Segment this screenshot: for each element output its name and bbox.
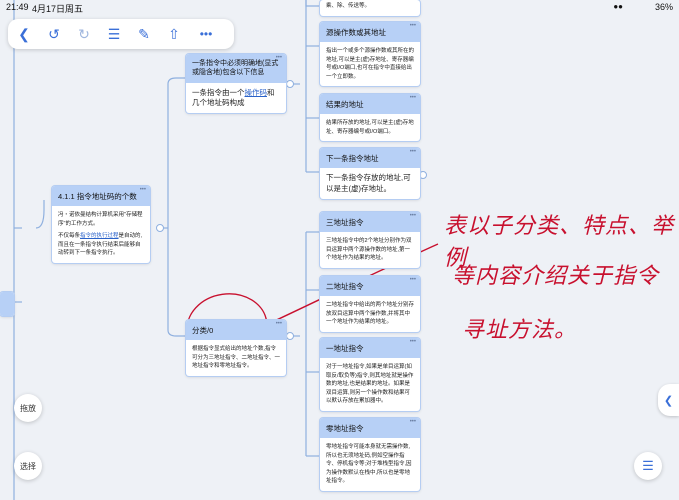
card-title: 二地址指令 — [326, 282, 364, 291]
card-title: 结果的地址 — [326, 100, 364, 109]
classification-card[interactable]: 分类/0 ••• 根据指令显式给出的地址个数,指令可分为三地址指令、二地址指令、一… — [186, 320, 286, 376]
more-icon: ••• — [275, 321, 282, 327]
card-header: 结果的地址 ••• — [320, 94, 420, 115]
card-header: 三地址指令 ••• — [320, 212, 420, 233]
more-icon: ••• — [409, 23, 416, 29]
wifi-icon: ●● — [613, 2, 623, 11]
handwritten-note-line-3: 寻址方法。 — [462, 318, 578, 343]
status-date: 4月17日周五 — [32, 4, 84, 14]
zero-address-card[interactable]: 零地址指令 ••• 零地址指令可能本身就无需操作数,所以也无须地址码,例如空操作指… — [320, 418, 420, 491]
card-text-part: 不仅每条 — [58, 233, 81, 240]
three-address-card[interactable]: 三地址指令 ••• 三地址指令中的2个地址分别作为双目运算中两个源操作数的地址,第… — [320, 212, 420, 268]
card-body: 三地址指令中的2个地址分别作为双目运算中两个源操作数的地址,第一个地址作为结果的… — [326, 238, 412, 262]
card-title: 三地址指令 — [326, 218, 364, 227]
next-instruction-card[interactable]: 下一条指令地址 ••• 下一条指令存放的地址,可以是主(虚)存地址。 — [320, 148, 420, 199]
card-body: 下一条指令存放的地址,可以是主(虚)存地址。 — [326, 173, 411, 193]
chevron-left-icon: ❮ — [663, 394, 674, 407]
handwritten-note-line-2: 等内容介绍关于指令 — [452, 264, 660, 289]
card-body: 冯・诺依曼结构计算机采用"存储程序"的工作方式。 不仅每条指令的执行过程是自动的… — [52, 206, 150, 263]
card-body: 一条指令由一个操作码和几个地址码构成 — [186, 83, 286, 113]
collapsed-root-node[interactable] — [0, 292, 14, 316]
card-title: 零地址指令 — [326, 424, 364, 433]
select-button[interactable]: 选择 — [14, 452, 42, 480]
more-icon: ••• — [409, 149, 416, 155]
card-text: 不仅每条指令的执行过程是自动的,而且在一条指令执行结束后能够自动转到下一条指令执… — [58, 232, 144, 258]
select-label: 选择 — [20, 461, 36, 471]
collapsed-root-header — [0, 292, 14, 316]
card-body: 零地址指令可能本身就无需操作数,所以也无须地址码,例如空操作指令、停机指令等;对… — [326, 444, 412, 485]
more-icon: ••• — [275, 55, 282, 61]
two-address-card[interactable]: 二地址指令 ••• 二地址指令中给出的两个地址分别存放双目运算中两个操作数,并将其… — [320, 276, 420, 332]
battery-level: 36% — [654, 2, 673, 12]
more-icon: ••• — [409, 419, 416, 425]
card-header: 分类/0 ••• — [186, 320, 286, 341]
card-body: 结果所存放的地址,可以是主(虚)存地址、寄存器编号或I/O端口。 — [326, 120, 414, 135]
drag-label: 拖放 — [20, 403, 36, 413]
more-icon: ••• — [409, 339, 416, 345]
top-toolbar: ❮ ↺ ↻ ☰ ✎ ⇧ ••• — [8, 19, 234, 49]
outline-menu-button[interactable]: ☰ — [634, 452, 662, 480]
undo-icon[interactable]: ↺ — [42, 23, 66, 45]
card-body: 根据指令显式给出的地址个数,指令可分为三地址指令、二地址指令、一地址指令和零地址… — [192, 346, 281, 370]
list-icon[interactable]: ☰ — [102, 23, 126, 45]
redo-icon[interactable]: ↻ — [72, 23, 96, 45]
card-body: 二地址指令中给出的两个地址分别存放双目运算中两个操作数,并将其中一个地址作为结果… — [326, 302, 415, 326]
card-text-part: 一条指令由一个 — [192, 87, 245, 97]
card-title: 一条指令中必须明确地(显式或隐含地)包含以下信息 — [192, 60, 279, 76]
link[interactable]: 操作码 — [245, 88, 268, 97]
card-title: 分类/0 — [192, 326, 214, 335]
share-icon[interactable]: ⇧ — [162, 23, 186, 45]
card-title: 4.1.1 指令地址码的个数 — [58, 192, 137, 201]
card-header: 零地址指令 ••• — [320, 418, 420, 439]
card-body: 指出一个或多个源操作数或其所在的地址,可以是主(虚)存地址、寄存器编号或I/O端… — [326, 48, 415, 80]
menu-icon: ☰ — [642, 458, 654, 473]
truncated-card[interactable]: 乘、除、传送等。 — [320, 0, 420, 16]
card-header: 一地址指令 ••• — [320, 338, 420, 359]
edit-icon[interactable]: ✎ — [132, 23, 156, 45]
result-card[interactable]: 结果的地址 ••• 结果所存放的地址,可以是主(虚)存地址、寄存器编号或I/O端口… — [320, 94, 420, 142]
more-icon: ••• — [139, 187, 146, 193]
status-time: 21:49 — [6, 2, 29, 12]
link[interactable]: 指令的执行过程 — [80, 233, 119, 239]
more-icon[interactable]: ••• — [194, 23, 218, 45]
card-header: 4.1.1 指令地址码的个数 ••• — [52, 186, 150, 207]
root-topic-card[interactable]: 4.1.1 指令地址码的个数 ••• 冯・诺依曼结构计算机采用"存储程序"的工作方… — [52, 186, 150, 263]
card-header: 二地址指令 ••• — [320, 276, 420, 297]
side-panel-toggle[interactable]: ❮ — [658, 384, 679, 416]
card-title: 源操作数或其地址 — [326, 28, 386, 37]
one-address-card[interactable]: 一地址指令 ••• 对于一地址指令,如果是单目运算(如取反/取负等)指令,则其地址… — [320, 338, 420, 411]
card-title: 下一条指令地址 — [326, 154, 379, 163]
card-header: 下一条指令地址 ••• — [320, 148, 420, 169]
card-text: 乘、除、传送等。 — [326, 3, 371, 9]
card-header: 一条指令中必须明确地(显式或隐含地)包含以下信息 ••• — [186, 54, 286, 83]
more-icon: ••• — [409, 95, 416, 101]
card-header: 源操作数或其地址 ••• — [320, 22, 420, 43]
operand-card[interactable]: 源操作数或其地址 ••• 指出一个或多个源操作数或其所在的地址,可以是主(虚)存地… — [320, 22, 420, 87]
more-icon: ••• — [409, 213, 416, 219]
more-icon: ••• — [409, 277, 416, 283]
card-body: 对于一地址指令,如果是单目运算(如取反/取负等)指令,则其地址就是操作数的地址,… — [326, 364, 414, 405]
card-title: 一地址指令 — [326, 344, 364, 353]
card-text: 冯・诺依曼结构计算机采用"存储程序"的工作方式。 — [58, 212, 143, 227]
back-icon[interactable]: ❮ — [12, 23, 36, 45]
drag-button[interactable]: 拖放 — [14, 394, 42, 422]
info-topic-card[interactable]: 一条指令中必须明确地(显式或隐含地)包含以下信息 ••• 一条指令由一个操作码和几… — [186, 54, 286, 113]
